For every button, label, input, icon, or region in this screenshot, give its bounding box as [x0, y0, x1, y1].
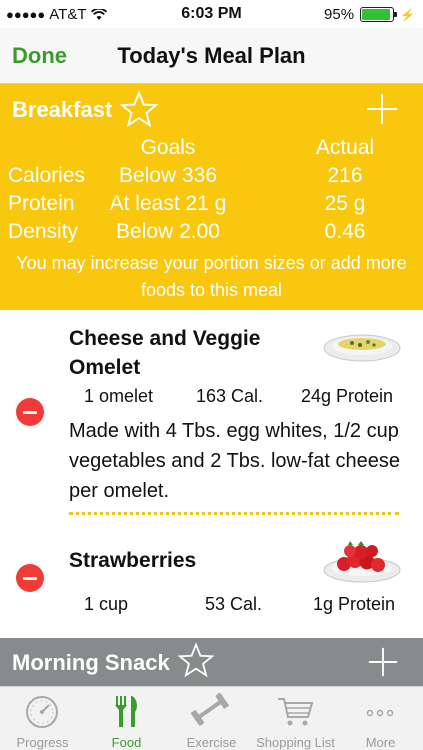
more-dots-icon — [366, 709, 394, 717]
row-goal: At least 21 g — [109, 192, 227, 215]
tab-shopping-list[interactable]: Shopping List — [253, 687, 338, 750]
breakfast-header: Breakfast — [0, 84, 423, 136]
tab-bar: Progress Food Exercise Shopping List Mor… — [0, 686, 423, 750]
actual-column-header: Actual — [315, 136, 375, 159]
strawberries-plate-icon — [323, 541, 401, 583]
tab-label: Shopping List — [256, 735, 335, 750]
fork-knife-icon — [115, 696, 137, 727]
tab-food[interactable]: Food — [84, 687, 169, 750]
page-title: Today's Meal Plan — [117, 43, 306, 68]
row-actual: 216 — [327, 164, 363, 187]
row-actual: 0.46 — [324, 220, 366, 243]
goals-header-row: Goals Actual — [0, 136, 423, 164]
battery-percent: 95% — [324, 6, 355, 23]
row-goal: Below 336 — [118, 164, 218, 187]
omelet-plate-icon — [323, 334, 401, 362]
row-label: Calories — [8, 164, 86, 187]
status-bar: ●●●●● AT&T 6:03 PM 95% ⚡ — [0, 0, 423, 28]
tab-progress[interactable]: Progress — [0, 687, 85, 750]
tab-more[interactable]: More — [338, 687, 423, 750]
portion-advice-text: You may increase your portion sizes or a… — [16, 253, 407, 300]
tab-exercise[interactable]: Exercise — [169, 687, 254, 750]
tab-label: Exercise — [186, 735, 237, 750]
breakfast-summary-panel: Breakfast Goals Actual Calories Below 33… — [0, 84, 423, 310]
food-protein: 24g Protein — [301, 386, 394, 406]
row-actual: 25 g — [324, 192, 366, 215]
morning-snack-bar: Morning Snack — [0, 638, 423, 686]
food-item-omelet[interactable]: Cheese and Veggie Omelet 1 omelet 163 Ca… — [0, 310, 423, 530]
charging-icon: ⚡ — [400, 7, 415, 22]
navigation-bar: Done Today's Meal Plan — [0, 28, 423, 84]
remove-food-button[interactable] — [16, 398, 44, 426]
food-calories: 163 Cal. — [196, 386, 264, 406]
star-outline-icon[interactable] — [120, 90, 158, 128]
star-outline-icon[interactable] — [178, 642, 214, 678]
food-serving: 1 cup — [84, 594, 129, 614]
tab-label: Food — [111, 735, 142, 750]
tab-label: More — [365, 735, 396, 750]
food-calories: 53 Cal. — [205, 594, 263, 614]
add-food-plus-icon[interactable] — [367, 646, 399, 678]
morning-snack-title: Morning Snack — [12, 650, 170, 675]
density-row: Density Below 2.00 0.46 — [0, 220, 423, 248]
battery-area: 95% ⚡ — [324, 6, 415, 23]
food-item-strawberries[interactable]: Strawberries 1 cup 53 Cal. 1g Protein — [0, 530, 423, 638]
food-serving: 1 omelet — [84, 386, 154, 406]
food-name: Strawberries — [69, 549, 197, 572]
row-label: Protein — [8, 192, 75, 215]
tab-label: Progress — [16, 735, 69, 750]
breakfast-title: Breakfast — [12, 97, 113, 122]
gauge-icon — [26, 696, 58, 728]
food-description: Made with 4 Tbs. egg whites, 1/2 cup veg… — [69, 420, 400, 502]
row-label: Density — [8, 220, 79, 243]
food-divider — [69, 512, 399, 515]
dumbbell-icon — [190, 693, 229, 726]
goals-column-header: Goals — [140, 136, 196, 159]
morning-snack-header: Morning Snack — [0, 638, 423, 686]
cart-icon — [278, 698, 314, 726]
remove-food-button[interactable] — [16, 564, 44, 592]
protein-row: Protein At least 21 g 25 g — [0, 192, 423, 220]
food-name: Cheese and Veggie Omelet — [69, 327, 261, 379]
calories-row: Calories Below 336 216 — [0, 164, 423, 192]
add-food-plus-icon[interactable] — [365, 92, 399, 126]
battery-icon — [360, 7, 398, 22]
food-protein: 1g Protein — [313, 594, 396, 614]
row-goal: Below 2.00 — [116, 220, 220, 243]
